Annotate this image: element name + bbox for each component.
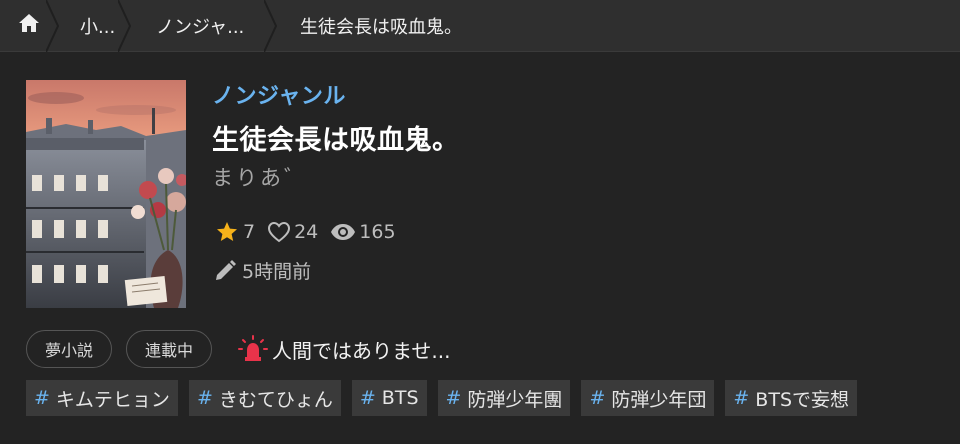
author-link[interactable]: まりあ゛ <box>212 162 308 192</box>
likes-stat: 24 <box>267 221 318 243</box>
hash-icon: # <box>34 387 50 409</box>
status-row: 夢小説 連載中 人間ではありませ... <box>26 330 451 368</box>
status-pill-serializing[interactable]: 連載中 <box>126 330 213 368</box>
updated-label: 5時間前 <box>242 261 312 283</box>
stars-count: 7 <box>243 221 256 243</box>
novel-title: 生徒会長は吸血鬼。 <box>212 125 460 156</box>
breadcrumb-separator <box>264 0 288 52</box>
views-stat: 165 <box>330 221 396 243</box>
likes-count: 24 <box>294 221 319 243</box>
status-pill-dream-novel[interactable]: 夢小説 <box>26 330 113 368</box>
breadcrumb-label: 小... <box>80 16 116 38</box>
hash-icon: # <box>359 387 376 409</box>
tag-label: BTSで妄想 <box>755 388 849 411</box>
tag-item[interactable]: # キムテヒョン <box>26 380 178 416</box>
genre-link[interactable]: ノンジャンル <box>212 78 346 110</box>
hash-icon: # <box>445 387 462 409</box>
pencil-icon <box>214 259 242 282</box>
heart-icon <box>267 221 294 243</box>
tag-label: 防弾少年團 <box>467 388 563 411</box>
breadcrumb-label: 生徒会長は吸血鬼。 <box>300 16 462 38</box>
tag-label: BTS <box>381 387 419 409</box>
novel-stats: 7 24 165 <box>214 220 408 244</box>
tag-item[interactable]: # 防弾少年團 <box>437 380 571 416</box>
hash-icon: # <box>589 387 606 409</box>
breadcrumb-label: ノンジャ... <box>156 16 245 38</box>
breadcrumb-home[interactable] <box>0 0 60 52</box>
content-warning[interactable]: 人間ではありませ... <box>238 335 451 364</box>
star-icon <box>214 220 243 244</box>
home-icon <box>18 13 40 38</box>
tag-item[interactable]: # 防弾少年団 <box>581 380 715 416</box>
breadcrumb-item-current: 生徒会長は吸血鬼。 <box>276 0 462 52</box>
views-count: 165 <box>359 221 396 243</box>
tag-label: キムテヒョン <box>55 388 170 411</box>
breadcrumb: 小... ノンジャ... 生徒会長は吸血鬼。 <box>0 0 960 52</box>
tag-label: 防弾少年団 <box>611 388 707 411</box>
stars-stat: 7 <box>214 220 255 244</box>
breadcrumb-separator <box>46 0 70 52</box>
warning-text: 人間ではありませ... <box>272 338 451 363</box>
tag-item[interactable]: # きむてひょん <box>188 380 341 416</box>
alert-light-icon <box>238 335 272 363</box>
hash-icon: # <box>196 387 213 409</box>
tag-item[interactable]: # BTS <box>351 380 427 416</box>
hash-icon: # <box>733 387 750 409</box>
tag-item[interactable]: # BTSで妄想 <box>725 380 857 416</box>
updated-time: 5時間前 <box>214 257 311 284</box>
eye-icon <box>330 222 359 242</box>
cover-image[interactable] <box>26 80 186 308</box>
breadcrumb-separator <box>118 0 142 52</box>
tag-list: # キムテヒョン # きむてひょん # BTS # 防弾少年團 # 防弾少年団 … <box>26 380 868 416</box>
breadcrumb-item-genre[interactable]: ノンジャ... <box>130 0 278 52</box>
tag-label: きむてひょん <box>218 388 333 411</box>
